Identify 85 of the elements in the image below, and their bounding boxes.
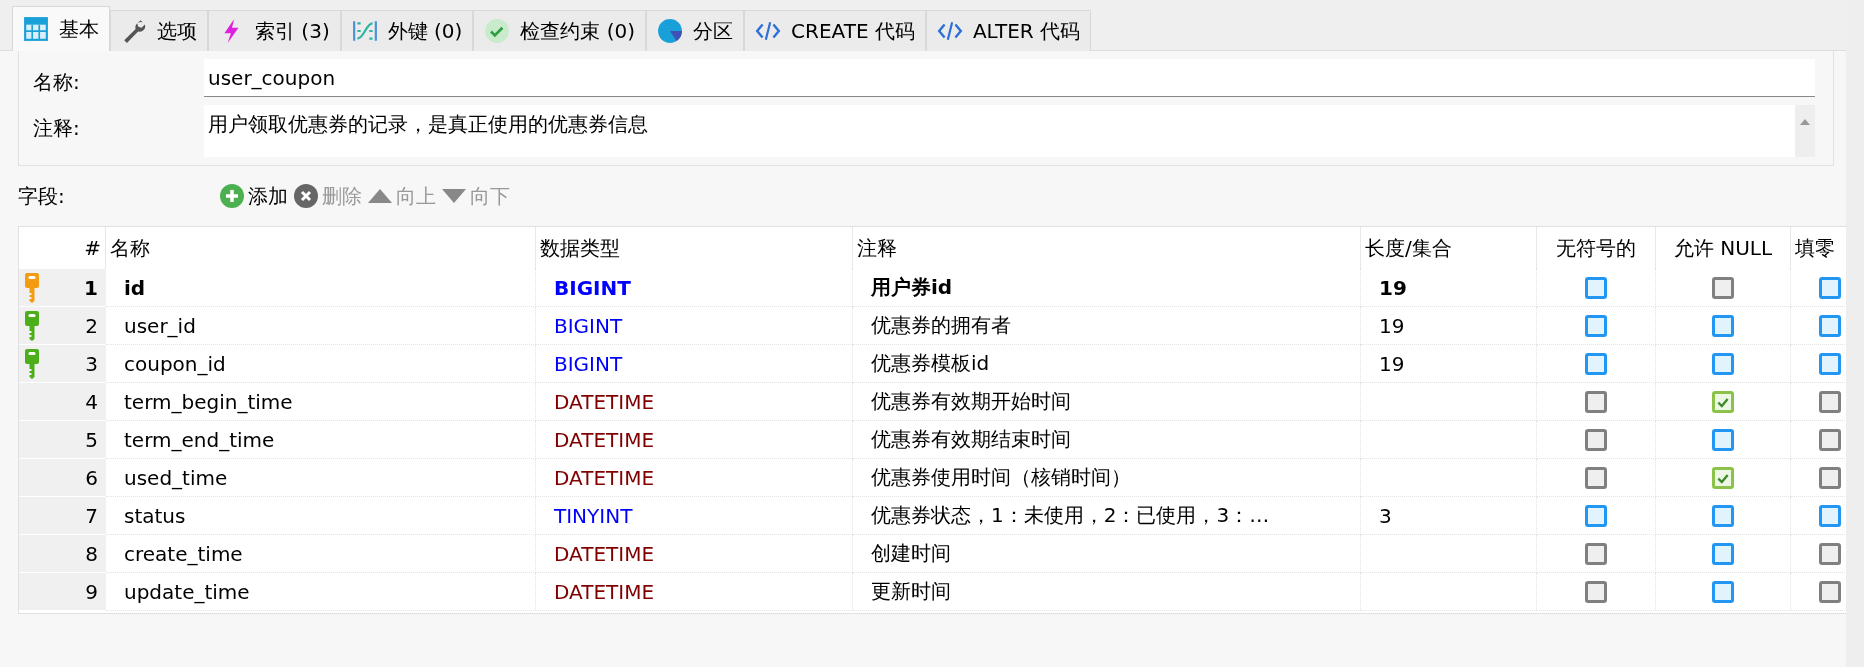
plus-circle-icon (220, 184, 244, 208)
table-cell: BIGINT (554, 351, 623, 376)
checkbox[interactable] (1712, 390, 1734, 413)
table-cell: 优惠券状态，1：未使用，2：已使用，3：… (871, 502, 1270, 529)
table-cell: 19 (1379, 313, 1405, 338)
tab[interactable]: 分区 (646, 10, 745, 51)
table-cell: 3 (1379, 503, 1392, 528)
tab[interactable]: 检查约束 (0) (473, 10, 647, 51)
table-cell: coupon_id (124, 351, 226, 376)
scroll-up-arrow-icon[interactable] (1800, 119, 1810, 125)
table-cell: term_begin_time (124, 389, 293, 414)
row-number: 7 (85, 503, 98, 528)
table-cell: DATETIME (554, 389, 655, 414)
row-number: 5 (85, 427, 98, 452)
tab[interactable]: 外键 (0) (340, 10, 474, 51)
column-header[interactable]: 长度/集合 (1361, 227, 1537, 269)
check-circle-icon (484, 18, 511, 44)
table-cell: update_time (124, 579, 250, 604)
tab[interactable]: 选项 (110, 10, 208, 51)
checkbox[interactable] (1585, 352, 1607, 375)
table-cell: DATETIME (554, 465, 655, 490)
table-cell: used_time (124, 465, 228, 490)
name-label: 名称: (32, 69, 81, 96)
row-number: 6 (85, 465, 98, 490)
column-header[interactable]: 名称 (106, 227, 536, 269)
tab[interactable]: 基本 (12, 6, 110, 51)
checkbox[interactable] (1712, 314, 1734, 337)
row-number: 3 (85, 351, 98, 376)
table-cell: id (124, 275, 146, 300)
close-circle-icon (294, 184, 318, 208)
table-cell: 更新时间 (871, 578, 951, 605)
column-header[interactable]: 数据类型 (536, 227, 853, 269)
table-cell: 优惠券有效期结束时间 (871, 426, 1071, 453)
checkbox[interactable] (1712, 580, 1734, 603)
table-cell: BIGINT (554, 313, 623, 338)
table-cell: 19 (1379, 351, 1405, 376)
table-cell: create_time (124, 541, 243, 566)
checkbox[interactable] (1712, 504, 1734, 527)
table-cell: 19 (1379, 275, 1407, 300)
checkbox[interactable] (1585, 504, 1607, 527)
table-cell: 创建时间 (871, 540, 951, 567)
column-header[interactable]: 无符号的 (1537, 227, 1656, 269)
row-number: 8 (85, 541, 98, 566)
table-cell: user_id (124, 313, 196, 338)
comment-field[interactable]: 用户领取优惠券的记录，是真正使用的优惠券信息 (204, 105, 1815, 157)
checkbox[interactable] (1712, 466, 1734, 489)
row-number: 1 (84, 275, 98, 300)
comment-label: 注释: (32, 115, 81, 142)
tab[interactable]: CREATE 代码 (744, 10, 926, 51)
checkbox[interactable] (1712, 352, 1734, 375)
pie-chart-icon (657, 18, 684, 44)
fields-label: 字段: (18, 182, 66, 210)
table-cell: status (124, 503, 186, 528)
toolbar-button[interactable]: 添加 (220, 182, 294, 210)
column-header[interactable]: 允许 NULL (1656, 227, 1791, 269)
column-header[interactable]: 注释 (853, 227, 1361, 269)
table-cell: 优惠券使用时间（核销时间） (871, 464, 1131, 491)
checkbox[interactable] (1819, 504, 1841, 527)
table-grid-icon (23, 16, 49, 42)
row-number: 4 (85, 389, 98, 414)
tab[interactable]: ALTER 代码 (925, 10, 1092, 51)
table-cell: 优惠券的拥有者 (871, 312, 1011, 339)
checkbox[interactable] (1712, 542, 1734, 565)
table-cell: 优惠券有效期开始时间 (871, 388, 1071, 415)
row-number: 2 (85, 313, 98, 338)
table-cell: 优惠券模板id (871, 350, 990, 377)
checkbox[interactable] (1585, 314, 1607, 337)
checkbox[interactable] (1712, 428, 1734, 451)
table-cell: DATETIME (554, 427, 655, 452)
name-field[interactable]: user_coupon (204, 59, 1815, 97)
table-cell: DATETIME (554, 541, 655, 566)
table-cell: term_end_time (124, 427, 275, 452)
checkbox[interactable] (1819, 314, 1841, 337)
table-cell: TINYINT (554, 503, 633, 528)
table-cell: 用户券id (871, 274, 953, 301)
table-cell: BIGINT (554, 275, 631, 300)
link-columns-icon (351, 18, 378, 44)
checkbox[interactable] (1819, 276, 1841, 299)
row-number: 9 (85, 579, 98, 604)
checkbox[interactable] (1585, 276, 1607, 299)
table-cell: DATETIME (554, 579, 655, 604)
tab[interactable]: 索引 (3) (208, 10, 341, 51)
checkbox[interactable] (1819, 352, 1841, 375)
scrollbar[interactable] (1795, 105, 1815, 157)
column-header[interactable]: 填零 (1791, 227, 1846, 269)
